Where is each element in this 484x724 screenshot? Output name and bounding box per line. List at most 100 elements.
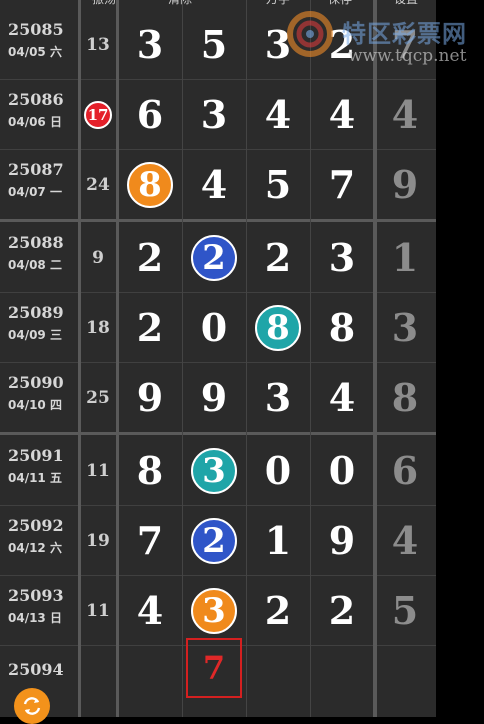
- period-number: 25089: [8, 303, 64, 322]
- draw-date: 04/09 三: [8, 328, 62, 342]
- draw-row: 25086 04/06 日 17 6 3 4 4 4: [0, 80, 436, 150]
- watermark: 特区彩票网 www.tqcp.net: [286, 8, 476, 68]
- draw-row: 25087 04/07 一 24 8 4 5 7 9: [0, 150, 436, 220]
- digit-value: 4: [328, 375, 356, 420]
- digit-value: 2: [264, 588, 292, 633]
- digit-value: 9: [200, 375, 228, 420]
- column-divider: [116, 0, 119, 717]
- digit-cell[interactable]: 7: [118, 506, 182, 575]
- digit-value: 7: [136, 518, 164, 563]
- column-divider: [310, 0, 311, 717]
- digit-value: 4: [200, 162, 228, 207]
- digit-value: 2: [264, 235, 292, 280]
- digit-cell[interactable]: 2: [118, 223, 182, 292]
- digit-value: 5: [200, 22, 228, 67]
- digit-value: 3: [136, 22, 164, 67]
- digit-cell[interactable]: 7: [310, 150, 374, 219]
- digit-value: 4: [328, 92, 356, 137]
- draw-date: 04/06 日: [8, 115, 62, 129]
- digit-value: 3: [200, 92, 228, 137]
- digit-cell[interactable]: 2: [182, 223, 246, 292]
- digit-cell[interactable]: 8: [118, 150, 182, 219]
- digit-cell[interactable]: 1: [246, 506, 310, 575]
- column-divider: [246, 0, 247, 717]
- digit-cell[interactable]: 3: [182, 80, 246, 149]
- digit-cell[interactable]: 5: [246, 150, 310, 219]
- digit-value: 2: [136, 305, 164, 350]
- digit-value: 8: [136, 448, 164, 493]
- period-number: 25091: [8, 446, 64, 465]
- digit-value: 6: [136, 92, 164, 137]
- period-number: 25085: [8, 20, 64, 39]
- group-separator: [0, 219, 436, 222]
- extra-digit: 6: [391, 448, 419, 493]
- extra-digit: 4: [391, 518, 419, 563]
- digit-cell[interactable]: 8: [310, 293, 374, 362]
- watermark-name: 特区彩票网: [342, 20, 467, 48]
- digit-cell[interactable]: 3: [310, 223, 374, 292]
- period-number: 25090: [8, 373, 64, 392]
- digit-cell[interactable]: 2: [182, 506, 246, 575]
- digit-cell[interactable]: 6: [118, 80, 182, 149]
- period-number: 25092: [8, 516, 64, 535]
- digit-value: 7: [328, 162, 356, 207]
- digit-value: 2: [328, 588, 356, 633]
- sum-value: 18: [86, 317, 110, 338]
- digit-cell[interactable]: 4: [310, 363, 374, 432]
- digit-cell[interactable]: 0: [310, 436, 374, 505]
- period-number: 25086: [8, 90, 64, 109]
- header-clear[interactable]: 清除: [150, 0, 210, 6]
- digit-cell[interactable]: 2: [246, 223, 310, 292]
- header-settings[interactable]: 设置: [376, 0, 436, 6]
- digit-cell[interactable]: 2: [118, 293, 182, 362]
- highlighted-digit-ball: 2: [191, 234, 237, 281]
- digit-cell[interactable]: 8: [118, 436, 182, 505]
- digit-cell[interactable]: 9: [182, 363, 246, 432]
- digit-cell[interactable]: 4: [182, 150, 246, 219]
- column-divider: [373, 0, 377, 717]
- draw-date: 04/07 一: [8, 185, 62, 199]
- extra-digit: 8: [391, 375, 419, 420]
- pending-selection-box[interactable]: 7: [186, 638, 242, 698]
- digit-cell[interactable]: 3: [246, 363, 310, 432]
- digit-cell[interactable]: 5: [182, 10, 246, 79]
- draw-date: 04/10 四: [8, 398, 62, 412]
- header-wanzi[interactable]: 万字: [248, 0, 308, 6]
- sum-value: 11: [86, 460, 110, 481]
- draw-row: 25090 04/10 四 25 9 9 3 4 8: [0, 363, 436, 433]
- refresh-button[interactable]: [14, 688, 50, 724]
- sum-value: 17: [80, 80, 116, 149]
- extra-digit: 3: [391, 305, 419, 350]
- digit-value: 9: [136, 375, 164, 420]
- header-sum: 振荡: [74, 0, 134, 6]
- group-separator: [0, 432, 436, 435]
- period-number: 25087: [8, 160, 64, 179]
- digit-cell[interactable]: 0: [182, 293, 246, 362]
- digit-cell[interactable]: 9: [118, 363, 182, 432]
- digit-value: 3: [264, 375, 292, 420]
- digit-cell[interactable]: 9: [310, 506, 374, 575]
- highlighted-digit-ball: 3: [191, 447, 237, 494]
- header-save[interactable]: 保存: [310, 0, 370, 6]
- sum-value: 9: [92, 247, 104, 268]
- digit-cell[interactable]: 3: [182, 436, 246, 505]
- column-divider: [78, 0, 81, 717]
- sum-value: 13: [86, 34, 110, 55]
- digit-cell[interactable]: 0: [246, 436, 310, 505]
- digit-cell[interactable]: 8: [246, 293, 310, 362]
- extra-digit: 4: [391, 92, 419, 137]
- watermark-url: www.tqcp.net: [348, 46, 467, 66]
- digit-cell[interactable]: 3: [118, 10, 182, 79]
- digit-cell[interactable]: 4: [310, 80, 374, 149]
- digit-value: 5: [264, 162, 292, 207]
- digit-value: 4: [264, 92, 292, 137]
- sum-value: 25: [86, 387, 110, 408]
- digit-value: 8: [328, 305, 356, 350]
- digit-cell[interactable]: 4: [246, 80, 310, 149]
- pending-period: 25094: [8, 660, 64, 679]
- highlighted-digit-ball: 3: [191, 587, 237, 634]
- digit-value: 9: [328, 518, 356, 563]
- digit-value: 3: [328, 235, 356, 280]
- draw-date: 04/08 二: [8, 258, 62, 272]
- draw-date: 04/12 六: [8, 541, 62, 555]
